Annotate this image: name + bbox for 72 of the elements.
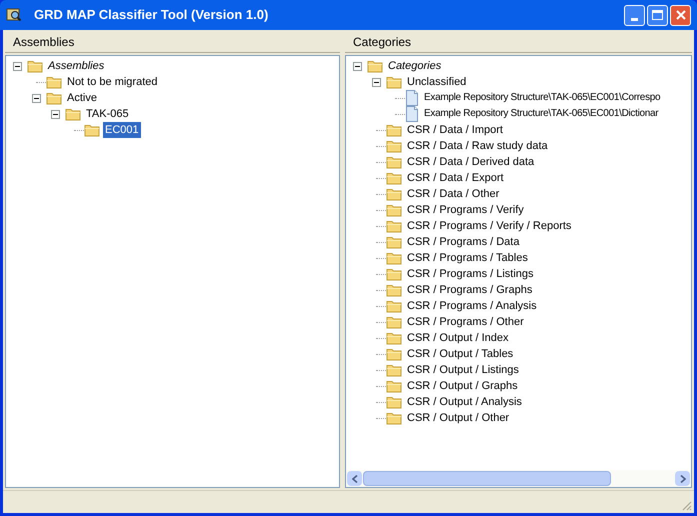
document-icon (405, 90, 419, 106)
folder-icon (386, 139, 402, 153)
collapse-toggle[interactable] (13, 62, 22, 70)
close-button[interactable] (670, 4, 691, 26)
collapse-toggle[interactable] (51, 110, 60, 118)
tree-item[interactable]: TAK-065 (84, 106, 131, 122)
tree-item[interactable]: CSR / Output / Index (405, 330, 510, 346)
tree-item[interactable]: Categories (386, 58, 444, 74)
tree-item[interactable]: CSR / Output / Listings (405, 362, 521, 378)
folder-icon (386, 347, 402, 361)
tree-item[interactable]: CSR / Data / Import (405, 122, 505, 138)
scroll-right-icon[interactable] (675, 471, 690, 486)
document-icon (405, 106, 419, 122)
folder-icon (386, 315, 402, 329)
folder-icon (386, 171, 402, 185)
tree-item[interactable]: Example Repository Structure\TAK-065\EC001\Dictionar (422, 106, 660, 122)
folder-icon (386, 155, 402, 169)
tree-item[interactable]: CSR / Data / Other (405, 186, 502, 202)
folder-icon (386, 267, 402, 281)
folder-icon (386, 283, 402, 297)
window-title: GRD MAP Classifier Tool (Version 1.0) (34, 6, 268, 24)
tree-item[interactable]: CSR / Programs / Listings (405, 266, 536, 282)
collapse-toggle[interactable] (372, 78, 381, 86)
tree-item[interactable]: Example Repository Structure\TAK-065\EC001\Correspo (422, 90, 662, 106)
folder-icon (386, 379, 402, 393)
tree-item[interactable]: CSR / Output / Tables (405, 346, 516, 362)
resize-grip-icon[interactable] (681, 500, 692, 511)
tree-item[interactable]: CSR / Programs / Graphs (405, 282, 534, 298)
folder-icon (386, 363, 402, 377)
tree-item[interactable]: CSR / Programs / Other (405, 314, 526, 330)
folder-icon (386, 299, 402, 313)
maximize-button[interactable] (647, 4, 668, 26)
tree-item[interactable]: CSR / Output / Other (405, 410, 512, 426)
tree-item[interactable]: CSR / Programs / Data (405, 234, 522, 250)
folder-icon (386, 187, 402, 201)
tree-item[interactable]: Not to be migrated (65, 74, 160, 90)
folder-icon (386, 123, 402, 137)
folder-icon (386, 203, 402, 217)
tree-item[interactable]: CSR / Programs / Verify / Reports (405, 218, 574, 234)
folder-icon (386, 395, 402, 409)
tree-item[interactable]: CSR / Data / Raw study data (405, 138, 550, 154)
tree-item[interactable]: Assemblies (46, 58, 106, 74)
folder-icon (386, 331, 402, 345)
folder-icon (367, 59, 383, 73)
tree-item[interactable]: CSR / Programs / Analysis (405, 298, 539, 314)
collapse-toggle[interactable] (353, 62, 362, 70)
folder-icon (386, 235, 402, 249)
tree-item[interactable]: CSR / Programs / Verify (405, 202, 526, 218)
folder-icon (386, 75, 402, 89)
scroll-left-icon[interactable] (347, 471, 362, 486)
horizontal-scrollbar[interactable] (346, 470, 691, 487)
folder-icon (386, 251, 402, 265)
tree-item[interactable]: Active (65, 90, 99, 106)
collapse-toggle[interactable] (32, 94, 41, 102)
folder-icon (46, 91, 62, 105)
app-icon (6, 7, 22, 23)
folder-icon (46, 75, 62, 89)
tree-item[interactable]: EC001 (103, 122, 141, 138)
folder-icon (84, 123, 100, 137)
folder-icon (27, 59, 43, 73)
tree-item[interactable]: CSR / Programs / Tables (405, 250, 530, 266)
minimize-button[interactable] (624, 4, 645, 26)
tree-item[interactable]: CSR / Output / Analysis (405, 394, 524, 410)
tree-item[interactable]: CSR / Data / Export (405, 170, 506, 186)
folder-icon (386, 219, 402, 233)
tree-item[interactable]: CSR / Data / Derived data (405, 154, 536, 170)
close-icon (676, 10, 686, 20)
tree-item[interactable]: CSR / Output / Graphs (405, 378, 520, 394)
scroll-thumb[interactable] (363, 471, 611, 486)
folder-icon (386, 411, 402, 425)
folder-icon (65, 107, 81, 121)
tree-item[interactable]: Unclassified (405, 74, 468, 90)
